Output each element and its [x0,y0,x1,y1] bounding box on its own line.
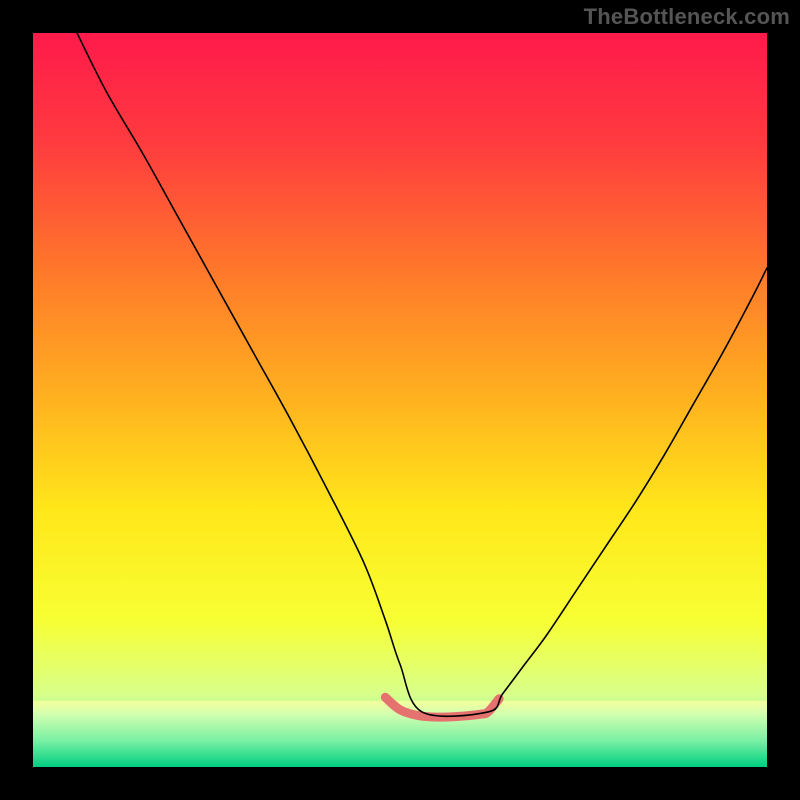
chart-svg [33,33,767,767]
chart-frame: TheBottleneck.com [0,0,800,800]
watermark-text: TheBottleneck.com [584,4,790,30]
plot-area [33,33,767,767]
gradient-background [33,33,767,767]
